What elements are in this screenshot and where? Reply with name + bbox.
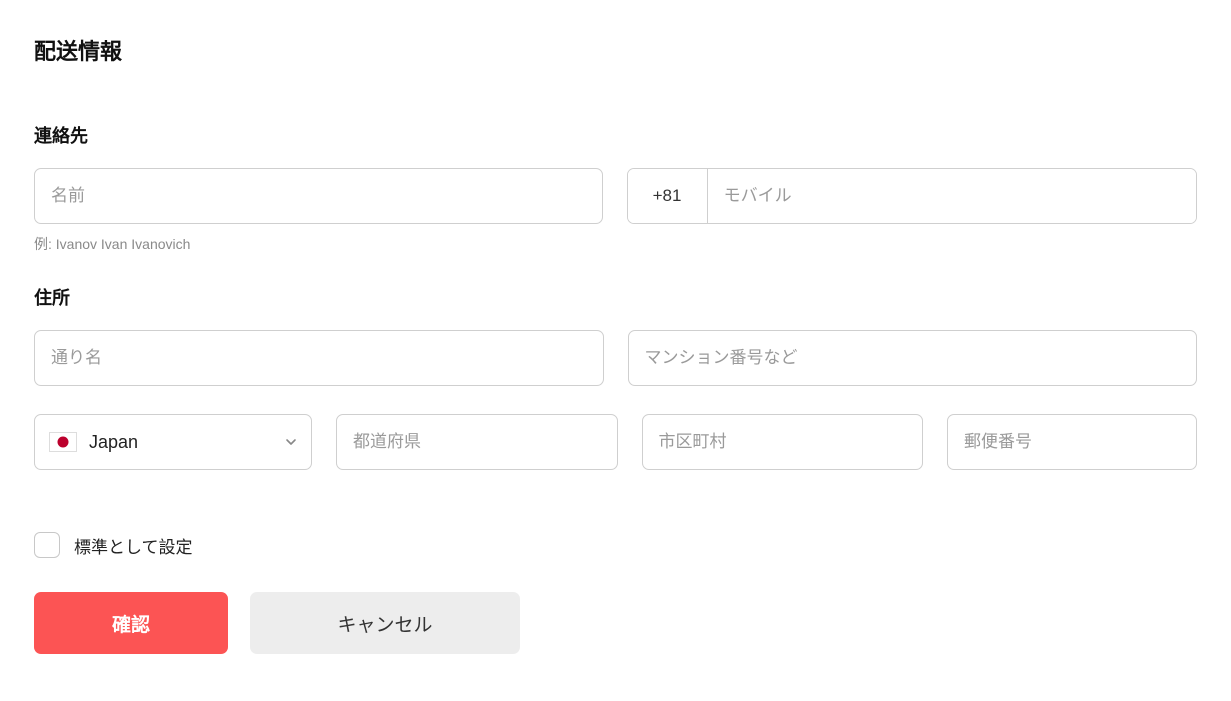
phone-field-group: +81 (627, 168, 1198, 224)
country-select[interactable]: Japan (34, 414, 312, 470)
name-input[interactable] (34, 168, 603, 224)
chevron-down-icon (285, 436, 297, 448)
city-input[interactable] (642, 414, 924, 470)
phone-prefix[interactable]: +81 (628, 169, 708, 223)
country-name: Japan (89, 432, 285, 453)
phone-input[interactable] (708, 169, 1196, 223)
street-input[interactable] (34, 330, 604, 386)
apartment-input[interactable] (628, 330, 1198, 386)
address-section-label: 住所 (34, 284, 1197, 310)
cancel-button[interactable]: キャンセル (250, 592, 520, 654)
japan-flag-icon (49, 432, 77, 452)
default-checkbox[interactable] (34, 532, 60, 558)
contact-section-label: 連絡先 (34, 122, 1197, 148)
postal-input[interactable] (947, 414, 1197, 470)
default-checkbox-label: 標準として設定 (74, 533, 193, 558)
page-title: 配送情報 (34, 34, 1197, 66)
prefecture-input[interactable] (336, 414, 618, 470)
name-hint: 例: Ivanov Ivan Ivanovich (34, 234, 603, 254)
confirm-button[interactable]: 確認 (34, 592, 228, 654)
